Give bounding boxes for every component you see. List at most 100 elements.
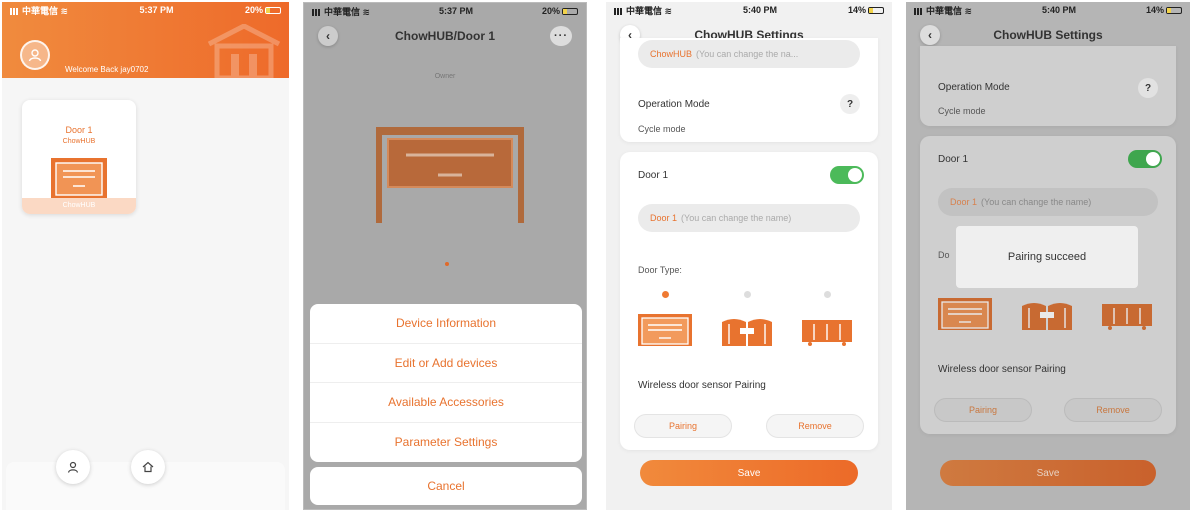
remove-button[interactable]: Remove bbox=[766, 414, 864, 438]
door-settings-panel: Door 1 Door 1 (You can change the name) … bbox=[620, 152, 878, 450]
welcome-text: Welcome Back jay0702 bbox=[65, 65, 149, 74]
person-icon bbox=[28, 49, 42, 62]
garage-door-large-icon bbox=[376, 127, 524, 223]
save-button[interactable]: Save bbox=[640, 460, 858, 486]
status-time: 5:40 PM bbox=[1042, 5, 1077, 15]
operation-mode-value: Cycle mode bbox=[638, 124, 686, 134]
door-title: Door 1 bbox=[638, 170, 669, 181]
door-type-label: Door Type: bbox=[638, 265, 682, 275]
battery-percent: 20% bbox=[541, 6, 560, 16]
chevron-left-icon: ‹ bbox=[326, 29, 330, 43]
remove-button[interactable]: Remove bbox=[1064, 398, 1162, 422]
user-button[interactable] bbox=[56, 450, 90, 484]
door-type-label: Do bbox=[938, 250, 950, 260]
hub-name-hint: (You can change the na... bbox=[696, 49, 799, 59]
garage-door-icon bbox=[51, 158, 107, 198]
settings-screen: 中華電信 ≋ 5:40 PM 14% ‹ ChowHUB Settings Ch… bbox=[606, 2, 892, 510]
door-name-value: Door 1 bbox=[950, 197, 978, 207]
door-name-hint: (You can change the name) bbox=[681, 213, 792, 223]
hub-name-value: ChowHUB bbox=[650, 49, 693, 59]
battery-percent: 20% bbox=[244, 5, 263, 15]
door-enable-toggle[interactable] bbox=[1128, 150, 1162, 168]
hub-name-input[interactable]: ChowHUB (You can change the na... bbox=[638, 40, 860, 68]
back-button[interactable]: ‹ bbox=[318, 26, 338, 46]
hub-settings-panel: Operation Mode ? Cycle mode bbox=[920, 46, 1176, 126]
signal-icon bbox=[312, 8, 322, 16]
sliding-gate-icon[interactable] bbox=[800, 314, 854, 346]
settings-pairing-screen: 中華電信 ≋ 5:40 PM 14% ‹ ChowHUB Settings Op… bbox=[906, 2, 1190, 510]
door-name-hint: (You can change the name) bbox=[981, 197, 1092, 207]
owner-label: Owner bbox=[434, 73, 456, 80]
sensor-pairing-label: Wireless door sensor Pairing bbox=[638, 380, 766, 391]
bottom-bar bbox=[6, 450, 285, 510]
wifi-icon: ≋ bbox=[664, 5, 673, 16]
hub-settings-panel: ChowHUB (You can change the na... Operat… bbox=[620, 38, 878, 142]
wifi-icon: ≋ bbox=[60, 5, 69, 16]
status-time: 5:37 PM bbox=[139, 5, 174, 15]
status-bar: 中華電信 ≋ 5:40 PM 14% bbox=[606, 2, 892, 18]
help-button[interactable]: ? bbox=[840, 94, 860, 114]
battery-icon bbox=[867, 7, 884, 15]
more-icon: ··· bbox=[554, 30, 568, 42]
wifi-icon: ≋ bbox=[362, 6, 371, 17]
sensor-pairing-label: Wireless door sensor Pairing bbox=[938, 364, 1066, 375]
swing-gate-icon[interactable] bbox=[720, 314, 774, 346]
door-type-radio-garage[interactable] bbox=[662, 291, 669, 298]
garage-door-icon[interactable] bbox=[938, 298, 992, 330]
menu-device-information[interactable]: Device Information bbox=[310, 304, 582, 344]
signal-icon bbox=[10, 7, 20, 15]
menu-edit-add-devices[interactable]: Edit or Add devices bbox=[310, 344, 582, 383]
home-icon bbox=[142, 461, 154, 473]
garage-door-icon[interactable] bbox=[638, 314, 692, 346]
pairing-success-toast: Pairing succeed bbox=[956, 226, 1138, 288]
avatar[interactable] bbox=[20, 40, 50, 70]
home-button[interactable] bbox=[131, 450, 165, 484]
battery-icon bbox=[1165, 7, 1182, 15]
device-card-band: ChowHUB bbox=[22, 198, 136, 214]
operation-mode-value: Cycle mode bbox=[938, 106, 986, 116]
battery-icon bbox=[561, 8, 578, 16]
status-time: 5:37 PM bbox=[439, 6, 474, 16]
chevron-left-icon: ‹ bbox=[928, 28, 932, 42]
user-icon bbox=[67, 461, 79, 473]
device-hub: ChowHUB bbox=[62, 138, 96, 145]
help-icon: ? bbox=[846, 98, 854, 110]
pairing-button[interactable]: Pairing bbox=[634, 414, 732, 438]
door-name-input[interactable]: Door 1 (You can change the name) bbox=[938, 188, 1158, 216]
help-icon: ? bbox=[1144, 82, 1152, 94]
door-type-radio-sliding[interactable] bbox=[824, 291, 831, 298]
battery-icon bbox=[264, 7, 281, 15]
door-name-input[interactable]: Door 1 (You can change the name) bbox=[638, 204, 860, 232]
status-bar: 中華電信 ≋ 5:37 PM 20% bbox=[2, 2, 289, 18]
help-button[interactable]: ? bbox=[1138, 78, 1158, 98]
carrier: 中華電信 bbox=[22, 5, 59, 16]
home-header: 中華電信 ≋ 5:37 PM 20% Welcome Back jay0702 bbox=[2, 2, 289, 78]
device-name: Door 1 bbox=[65, 125, 93, 135]
swing-gate-icon[interactable] bbox=[1020, 298, 1074, 330]
battery-percent: 14% bbox=[1145, 5, 1164, 15]
menu-available-accessories[interactable]: Available Accessories bbox=[310, 383, 582, 423]
carrier: 中華電信 bbox=[626, 5, 663, 16]
door-type-radio-swing[interactable] bbox=[744, 291, 751, 298]
pairing-button[interactable]: Pairing bbox=[934, 398, 1032, 422]
action-sheet: Device Information Edit or Add devices A… bbox=[310, 304, 582, 462]
status-time: 5:40 PM bbox=[743, 5, 778, 15]
save-button[interactable]: Save bbox=[940, 460, 1156, 486]
house-watermark-icon bbox=[207, 24, 281, 78]
sliding-gate-icon[interactable] bbox=[1100, 298, 1154, 330]
status-bar: 中華電信 ≋ 5:40 PM 14% bbox=[906, 2, 1190, 18]
operation-mode-label: Operation Mode bbox=[638, 99, 710, 110]
carrier: 中華電信 bbox=[324, 6, 361, 17]
more-button[interactable]: ··· bbox=[550, 26, 572, 46]
signal-icon bbox=[614, 7, 624, 15]
door-enable-toggle[interactable] bbox=[830, 166, 864, 184]
carrier: 中華電信 bbox=[926, 5, 963, 16]
device-card-door-1[interactable]: Door 1 ChowHUB ChowHUB bbox=[22, 100, 136, 214]
door-name-value: Door 1 bbox=[650, 213, 678, 223]
nav-bar: ‹ ChowHUB/Door 1 ··· bbox=[304, 19, 586, 53]
signal-icon bbox=[914, 7, 924, 15]
wifi-icon: ≋ bbox=[964, 5, 973, 16]
menu-parameter-settings[interactable]: Parameter Settings bbox=[310, 423, 582, 463]
cancel-button[interactable]: Cancel bbox=[310, 467, 582, 505]
back-button[interactable]: ‹ bbox=[920, 25, 940, 45]
